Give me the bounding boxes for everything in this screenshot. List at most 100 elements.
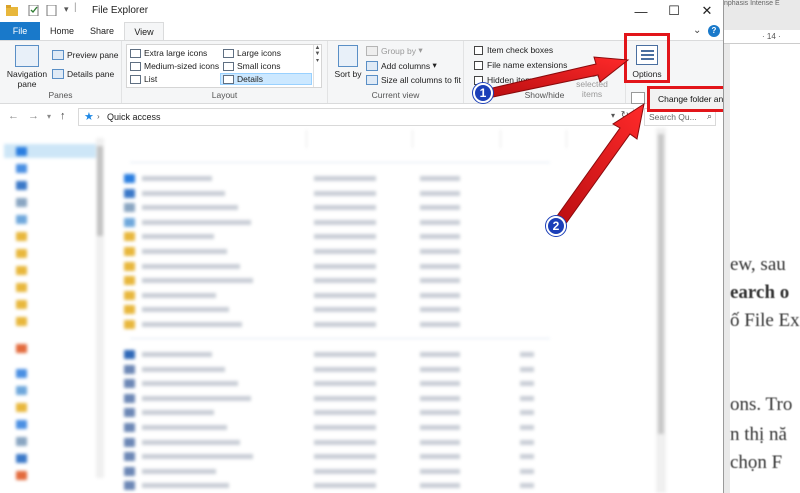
preview-pane-button[interactable]: Preview pane [52, 50, 119, 60]
file-row[interactable] [124, 450, 554, 464]
tab-file[interactable]: File [0, 22, 40, 40]
nav-item[interactable] [16, 178, 33, 192]
file-row[interactable] [124, 303, 554, 317]
file-row[interactable] [124, 406, 554, 420]
section-header[interactable] [120, 334, 551, 343]
file-row[interactable] [124, 216, 554, 230]
quick-access-toolbar-dropdown-icon[interactable]: ▾ [64, 4, 69, 15]
file-row[interactable] [124, 230, 554, 244]
breadcrumb-separator-icon[interactable]: › [97, 112, 100, 121]
layout-details[interactable]: Details [220, 73, 312, 85]
search-input[interactable]: Search Qu... [649, 112, 697, 122]
tab-share[interactable]: Share [82, 22, 122, 40]
layout-list[interactable]: List [130, 74, 157, 84]
help-icon[interactable]: ? [708, 25, 720, 37]
file-row[interactable] [124, 318, 554, 332]
file-cell [420, 292, 460, 298]
address-bar[interactable]: ★ › Quick access ▾ ↻ [78, 108, 634, 126]
extra-large-icons-icon [130, 48, 141, 58]
layout-small-icons[interactable]: Small icons [223, 61, 280, 71]
file-row[interactable] [124, 187, 554, 201]
back-arrow-icon[interactable]: ← [8, 110, 19, 122]
nav-item[interactable] [16, 366, 33, 380]
file-cell [314, 176, 376, 181]
file-row[interactable] [124, 348, 554, 362]
address-dropdown-icon[interactable]: ▾ [611, 111, 615, 120]
add-columns-button[interactable]: Add columns ▾ [366, 60, 437, 71]
word-page: ew, sau earch o ố File Ex ons. Tro n thị… [730, 44, 800, 493]
file-cell [142, 307, 229, 313]
file-row[interactable] [124, 479, 554, 493]
file-row[interactable] [124, 421, 554, 435]
up-arrow-icon[interactable]: ↑ [60, 110, 66, 122]
layout-extra-large-icons[interactable]: Extra large icons [130, 48, 207, 58]
file-cell [520, 439, 534, 445]
nav-item[interactable] [16, 212, 33, 226]
file-row[interactable] [124, 465, 554, 479]
nav-item[interactable] [16, 434, 33, 448]
nav-item[interactable] [16, 229, 33, 243]
refresh-icon[interactable]: ↻ [621, 110, 629, 121]
tab-view[interactable]: View [124, 22, 164, 40]
details-pane-button[interactable]: Details pane [52, 69, 114, 79]
file-row[interactable] [124, 392, 554, 406]
nav-item[interactable] [16, 280, 33, 294]
nav-item[interactable] [4, 144, 96, 158]
tab-home[interactable]: Home [44, 22, 80, 40]
nav-item[interactable] [16, 341, 33, 355]
nav-item[interactable] [16, 246, 33, 260]
doc-line: ew, sau [730, 254, 786, 275]
nav-item[interactable] [16, 297, 33, 311]
word-style-gallery: nphasis Intense E [724, 0, 780, 7]
forward-arrow-icon[interactable]: → [28, 110, 39, 122]
close-button[interactable]: ✕ [690, 0, 723, 22]
maximize-button[interactable]: ☐ [657, 0, 691, 22]
options-button-highlight[interactable] [624, 33, 670, 83]
nav-item[interactable] [16, 263, 33, 277]
preview-pane-icon [52, 50, 64, 60]
item-check-boxes-checkbox[interactable]: Item check boxes [474, 45, 553, 55]
navigation-pane-button[interactable]: Navigation pane [4, 45, 50, 89]
file-cell [420, 439, 460, 445]
file-row[interactable] [124, 377, 554, 391]
navigation-pane [0, 128, 112, 493]
file-row[interactable] [124, 201, 554, 215]
file-row[interactable] [124, 245, 554, 259]
file-cell [142, 395, 251, 401]
layout-medium-icons[interactable]: Medium-sized icons [130, 61, 219, 71]
size-all-columns-button[interactable]: Size all columns to fit [366, 75, 461, 85]
layout-large-icons[interactable]: Large icons [223, 48, 281, 58]
file-cell [420, 219, 460, 225]
nav-item[interactable] [16, 195, 33, 209]
new-folder-icon[interactable] [46, 5, 58, 16]
chevron-down-icon[interactable]: ⌄ [693, 25, 701, 36]
group-by-button[interactable]: Group by ▾ [366, 45, 423, 56]
file-row[interactable] [124, 274, 554, 288]
nav-item[interactable] [16, 161, 33, 175]
file-row[interactable] [124, 289, 554, 303]
navigation-scrollbar[interactable] [96, 138, 104, 478]
recent-locations-chevron-icon[interactable]: ▾ [47, 112, 51, 121]
nav-item[interactable] [16, 417, 33, 431]
file-name-extensions-checkbox[interactable]: File name extensions [474, 60, 567, 70]
file-list-scrollbar[interactable] [656, 128, 666, 493]
layout-gallery-scroll[interactable]: ▲ ▼ ▾ [313, 45, 321, 87]
folder-icon [16, 248, 27, 258]
section-header[interactable] [120, 158, 551, 167]
nav-item[interactable] [16, 314, 33, 328]
file-row[interactable] [124, 172, 554, 186]
file-row[interactable] [124, 436, 554, 450]
nav-item[interactable] [16, 451, 33, 465]
file-row[interactable] [124, 363, 554, 377]
properties-icon[interactable] [28, 5, 40, 16]
file-cell [142, 366, 225, 372]
folder-icon [16, 231, 27, 241]
minimize-button[interactable]: — [624, 0, 658, 22]
column-separator [566, 130, 567, 148]
change-folder-search-options-menu-item[interactable]: Change folder and search options [647, 86, 723, 112]
sort-by-button[interactable]: Sort by [334, 45, 362, 79]
nav-item[interactable] [16, 400, 33, 414]
nav-item[interactable] [16, 468, 33, 482]
file-row[interactable] [124, 260, 554, 274]
nav-item[interactable] [16, 383, 33, 397]
